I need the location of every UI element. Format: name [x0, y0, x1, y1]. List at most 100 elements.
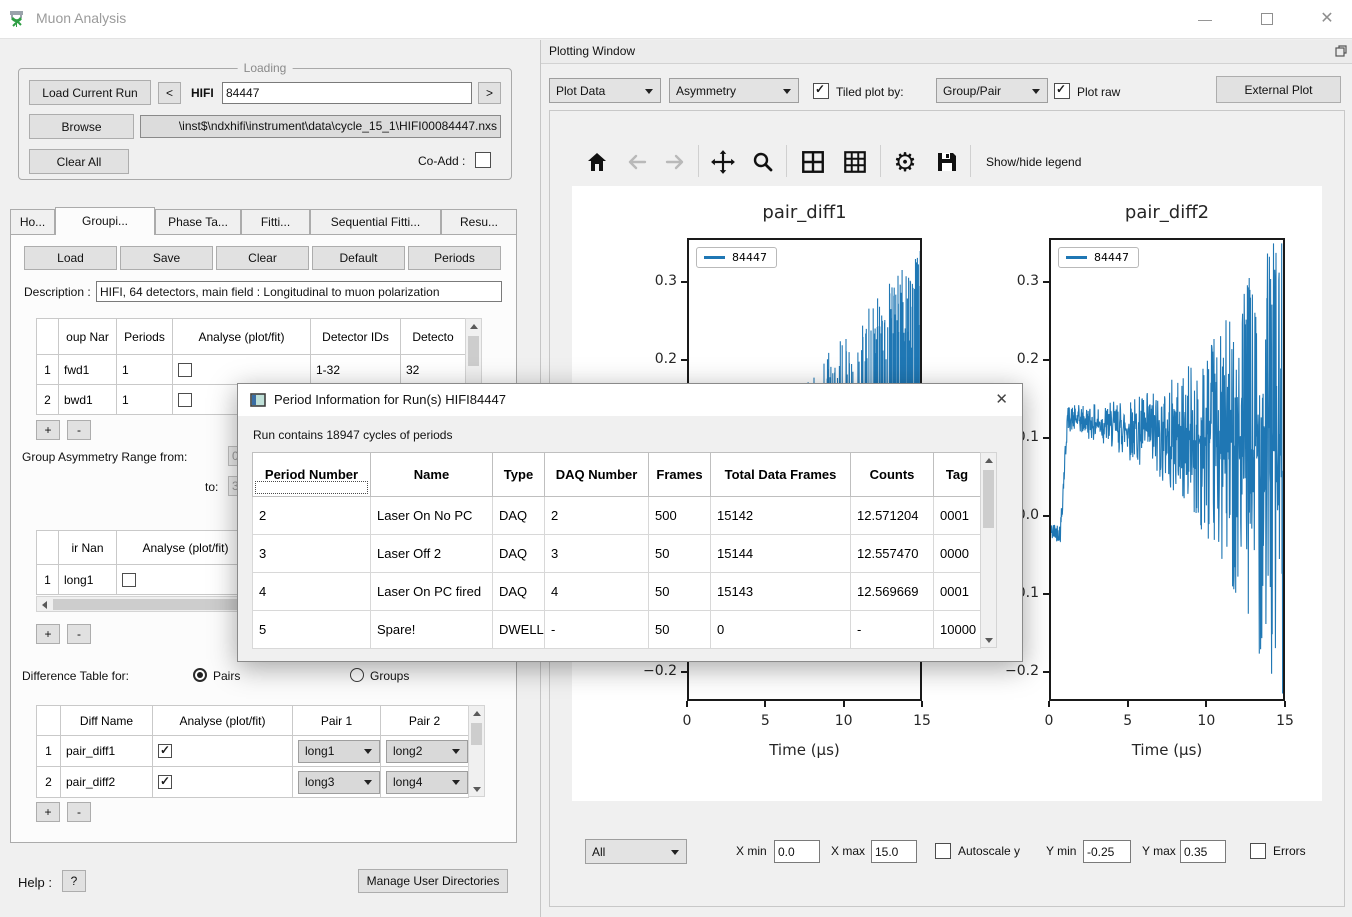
manage-user-directories-button[interactable]: Manage User Directories — [358, 869, 508, 893]
tab-sequential fitti[interactable]: Sequential Fitti... — [310, 209, 441, 234]
run-number-input[interactable] — [222, 82, 472, 104]
cell[interactable] — [117, 565, 255, 595]
groups-radio-label[interactable]: Groups — [370, 669, 409, 683]
cell[interactable]: pair_diff1 — [61, 736, 153, 767]
scroll-up-arrow[interactable] — [981, 453, 996, 468]
load-current-run-button[interactable]: Load Current Run — [29, 80, 151, 105]
cell[interactable] — [153, 767, 293, 798]
help-button[interactable]: ? — [62, 870, 86, 892]
groups-radio[interactable] — [350, 668, 364, 682]
clear-button[interactable]: Clear — [216, 246, 309, 270]
scroll-down-arrow[interactable] — [469, 782, 484, 797]
back-icon[interactable] — [622, 147, 652, 177]
autoscale-y-checkbox[interactable] — [935, 843, 951, 859]
save-icon[interactable] — [932, 147, 962, 177]
pairs-radio-label[interactable]: Pairs — [213, 669, 240, 683]
tile-by-dropdown[interactable]: Group/Pair — [936, 78, 1048, 103]
cell[interactable]: long3 — [293, 767, 381, 798]
scrollbar-thumb[interactable] — [468, 336, 479, 366]
plot-raw-checkbox[interactable] — [1054, 83, 1070, 99]
group-add-button[interactable]: + — [36, 420, 60, 440]
tab-ho[interactable]: Ho... — [10, 209, 55, 234]
default-button[interactable]: Default — [312, 246, 405, 270]
pair-select-dropdown[interactable]: long2 — [386, 740, 468, 763]
clear-all-button[interactable]: Clear All — [29, 149, 129, 174]
analyse-checkbox[interactable] — [178, 363, 192, 377]
cell[interactable]: long1 — [293, 736, 381, 767]
browse-button[interactable]: Browse — [29, 114, 134, 139]
scroll-up-arrow[interactable] — [469, 706, 484, 721]
cell[interactable]: pair_diff2 — [61, 767, 153, 798]
scrollbar-thumb[interactable] — [983, 470, 994, 528]
zoom-icon[interactable] — [748, 147, 778, 177]
dialog-close-icon[interactable]: ✕ — [995, 390, 1008, 408]
analyse-checkbox[interactable] — [122, 573, 136, 587]
cell[interactable] — [173, 355, 311, 385]
cell[interactable]: long1 — [59, 565, 117, 595]
analyse-checkbox[interactable] — [158, 744, 172, 758]
plot-type-dropdown[interactable]: Asymmetry — [669, 78, 799, 103]
cell[interactable]: 1-32 — [311, 355, 401, 385]
pair-remove-button[interactable]: - — [67, 624, 91, 644]
tile-3x3-grid-icon[interactable] — [840, 147, 870, 177]
plot-axes[interactable]: 84447 — [1049, 238, 1285, 701]
group-remove-button[interactable]: - — [67, 420, 91, 440]
ymax-input[interactable] — [1180, 840, 1226, 863]
tab-fitti[interactable]: Fitti... — [241, 209, 310, 234]
home-icon[interactable] — [582, 147, 612, 177]
pair-select-dropdown[interactable]: long1 — [298, 740, 380, 763]
plot-selector-dropdown[interactable]: All — [585, 839, 687, 864]
cell[interactable]: long4 — [381, 767, 469, 798]
description-input[interactable] — [96, 281, 502, 302]
gear-icon[interactable]: ⚙ — [890, 147, 920, 177]
coadd-checkbox[interactable] — [475, 152, 491, 168]
cell[interactable]: fwd1 — [59, 355, 117, 385]
tile-2x2-grid-icon[interactable] — [798, 147, 828, 177]
dock-float-icon[interactable] — [1335, 45, 1347, 57]
xmin-input[interactable] — [774, 840, 820, 863]
save-button[interactable]: Save — [120, 246, 213, 270]
next-run-button[interactable]: > — [478, 82, 501, 104]
pairs-radio[interactable] — [193, 668, 207, 682]
scrollbar-thumb[interactable] — [471, 723, 482, 745]
maximize-icon[interactable] — [1252, 8, 1282, 30]
forward-icon[interactable] — [660, 147, 690, 177]
tiled-plot-checkbox[interactable] — [813, 83, 829, 99]
analyse-checkbox[interactable] — [158, 775, 172, 789]
analyse-checkbox[interactable] — [178, 393, 192, 407]
cell[interactable]: 1 — [117, 355, 173, 385]
xmax-input[interactable] — [871, 840, 917, 863]
external-plot-button[interactable]: External Plot — [1216, 76, 1341, 103]
muon-app-icon — [9, 8, 31, 30]
pair-select-dropdown[interactable]: long4 — [386, 771, 468, 794]
cell[interactable]: 32 — [401, 355, 466, 385]
vertical-scrollbar[interactable] — [980, 452, 997, 648]
ymin-input[interactable] — [1083, 840, 1131, 863]
pair-add-button[interactable]: + — [36, 624, 60, 644]
scroll-left-arrow[interactable] — [37, 597, 52, 612]
scroll-up-arrow[interactable] — [466, 319, 481, 334]
minimize-icon[interactable]: — — [1190, 8, 1220, 30]
pan-icon[interactable] — [708, 147, 738, 177]
periods-button[interactable]: Periods — [408, 246, 501, 270]
plot-data-dropdown[interactable]: Plot Data — [549, 78, 661, 103]
scroll-down-arrow[interactable] — [981, 633, 996, 648]
errors-checkbox[interactable] — [1250, 843, 1266, 859]
cell[interactable]: 1 — [117, 385, 173, 415]
vertical-scrollbar[interactable] — [468, 705, 485, 797]
cell[interactable] — [153, 736, 293, 767]
diff-add-button[interactable]: + — [36, 802, 60, 822]
file-path-field[interactable]: \inst$\ndxhifi\instrument\data\cycle_15_… — [140, 115, 501, 138]
pair-select-dropdown[interactable]: long3 — [298, 771, 380, 794]
prev-run-button[interactable]: < — [158, 82, 181, 104]
tab-resu[interactable]: Resu... — [441, 209, 517, 234]
diff-remove-button[interactable]: - — [67, 802, 91, 822]
load-button[interactable]: Load — [24, 246, 117, 270]
close-icon[interactable]: ✕ — [1312, 8, 1342, 30]
cell[interactable]: long2 — [381, 736, 469, 767]
show-hide-legend-button[interactable]: Show/hide legend — [986, 155, 1081, 169]
tab-groupi[interactable]: Groupi... — [55, 207, 155, 235]
tab-phase ta[interactable]: Phase Ta... — [155, 209, 241, 234]
cell[interactable]: bwd1 — [59, 385, 117, 415]
y-tick-mark — [1043, 593, 1049, 595]
